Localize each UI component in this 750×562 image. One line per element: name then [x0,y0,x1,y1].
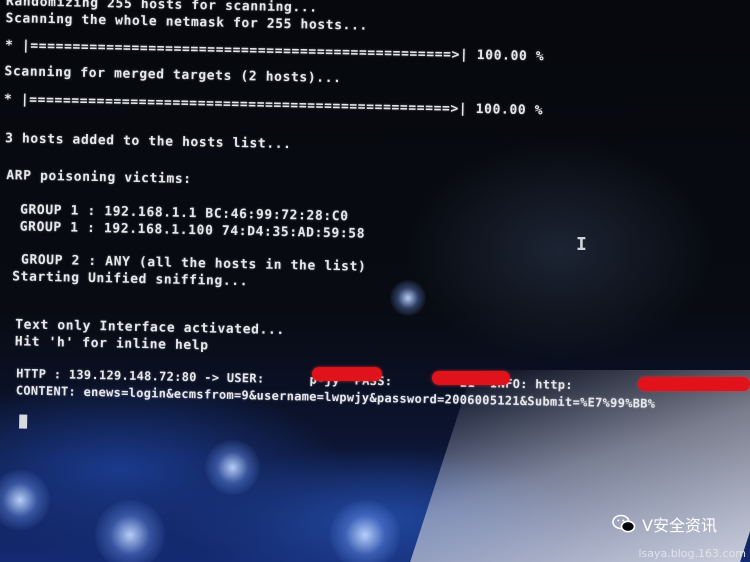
terminal-line-help-hint: Hit 'h' for inline help [14,334,209,354]
mouse-ibeam-cursor: I [576,234,587,255]
terminal-window: Randomizing 255 hosts for scanning... Sc… [0,0,750,456]
watermark-name: V安全资讯 [642,516,717,535]
terminal-line-hosts-added: 3 hosts added to the hosts list... [4,131,292,153]
terminal-line-arp-header: ARP poisoning victims: [6,168,192,188]
desktop-light-1 [0,470,50,530]
terminal-cursor [19,414,28,429]
desktop-light-4 [330,500,400,562]
redaction-info [638,377,750,391]
desktop-light-2 [95,500,165,562]
desktop-light-3 [205,440,260,495]
wechat-icon [612,514,636,533]
redaction-user [312,367,382,381]
redaction-pass [432,371,510,385]
watermark-site: lsaya.blog.163.com [638,547,746,560]
terminal-line-sniffing: Starting Unified sniffing... [12,269,249,290]
terminal-line-progress-1: * |=====================================… [4,38,545,65]
terminal-line-progress-2: * |=====================================… [3,92,544,119]
terminal-line-merged-targets: Scanning for merged targets (2 hosts)... [4,64,342,87]
watermark: V安全资讯 [612,512,717,536]
